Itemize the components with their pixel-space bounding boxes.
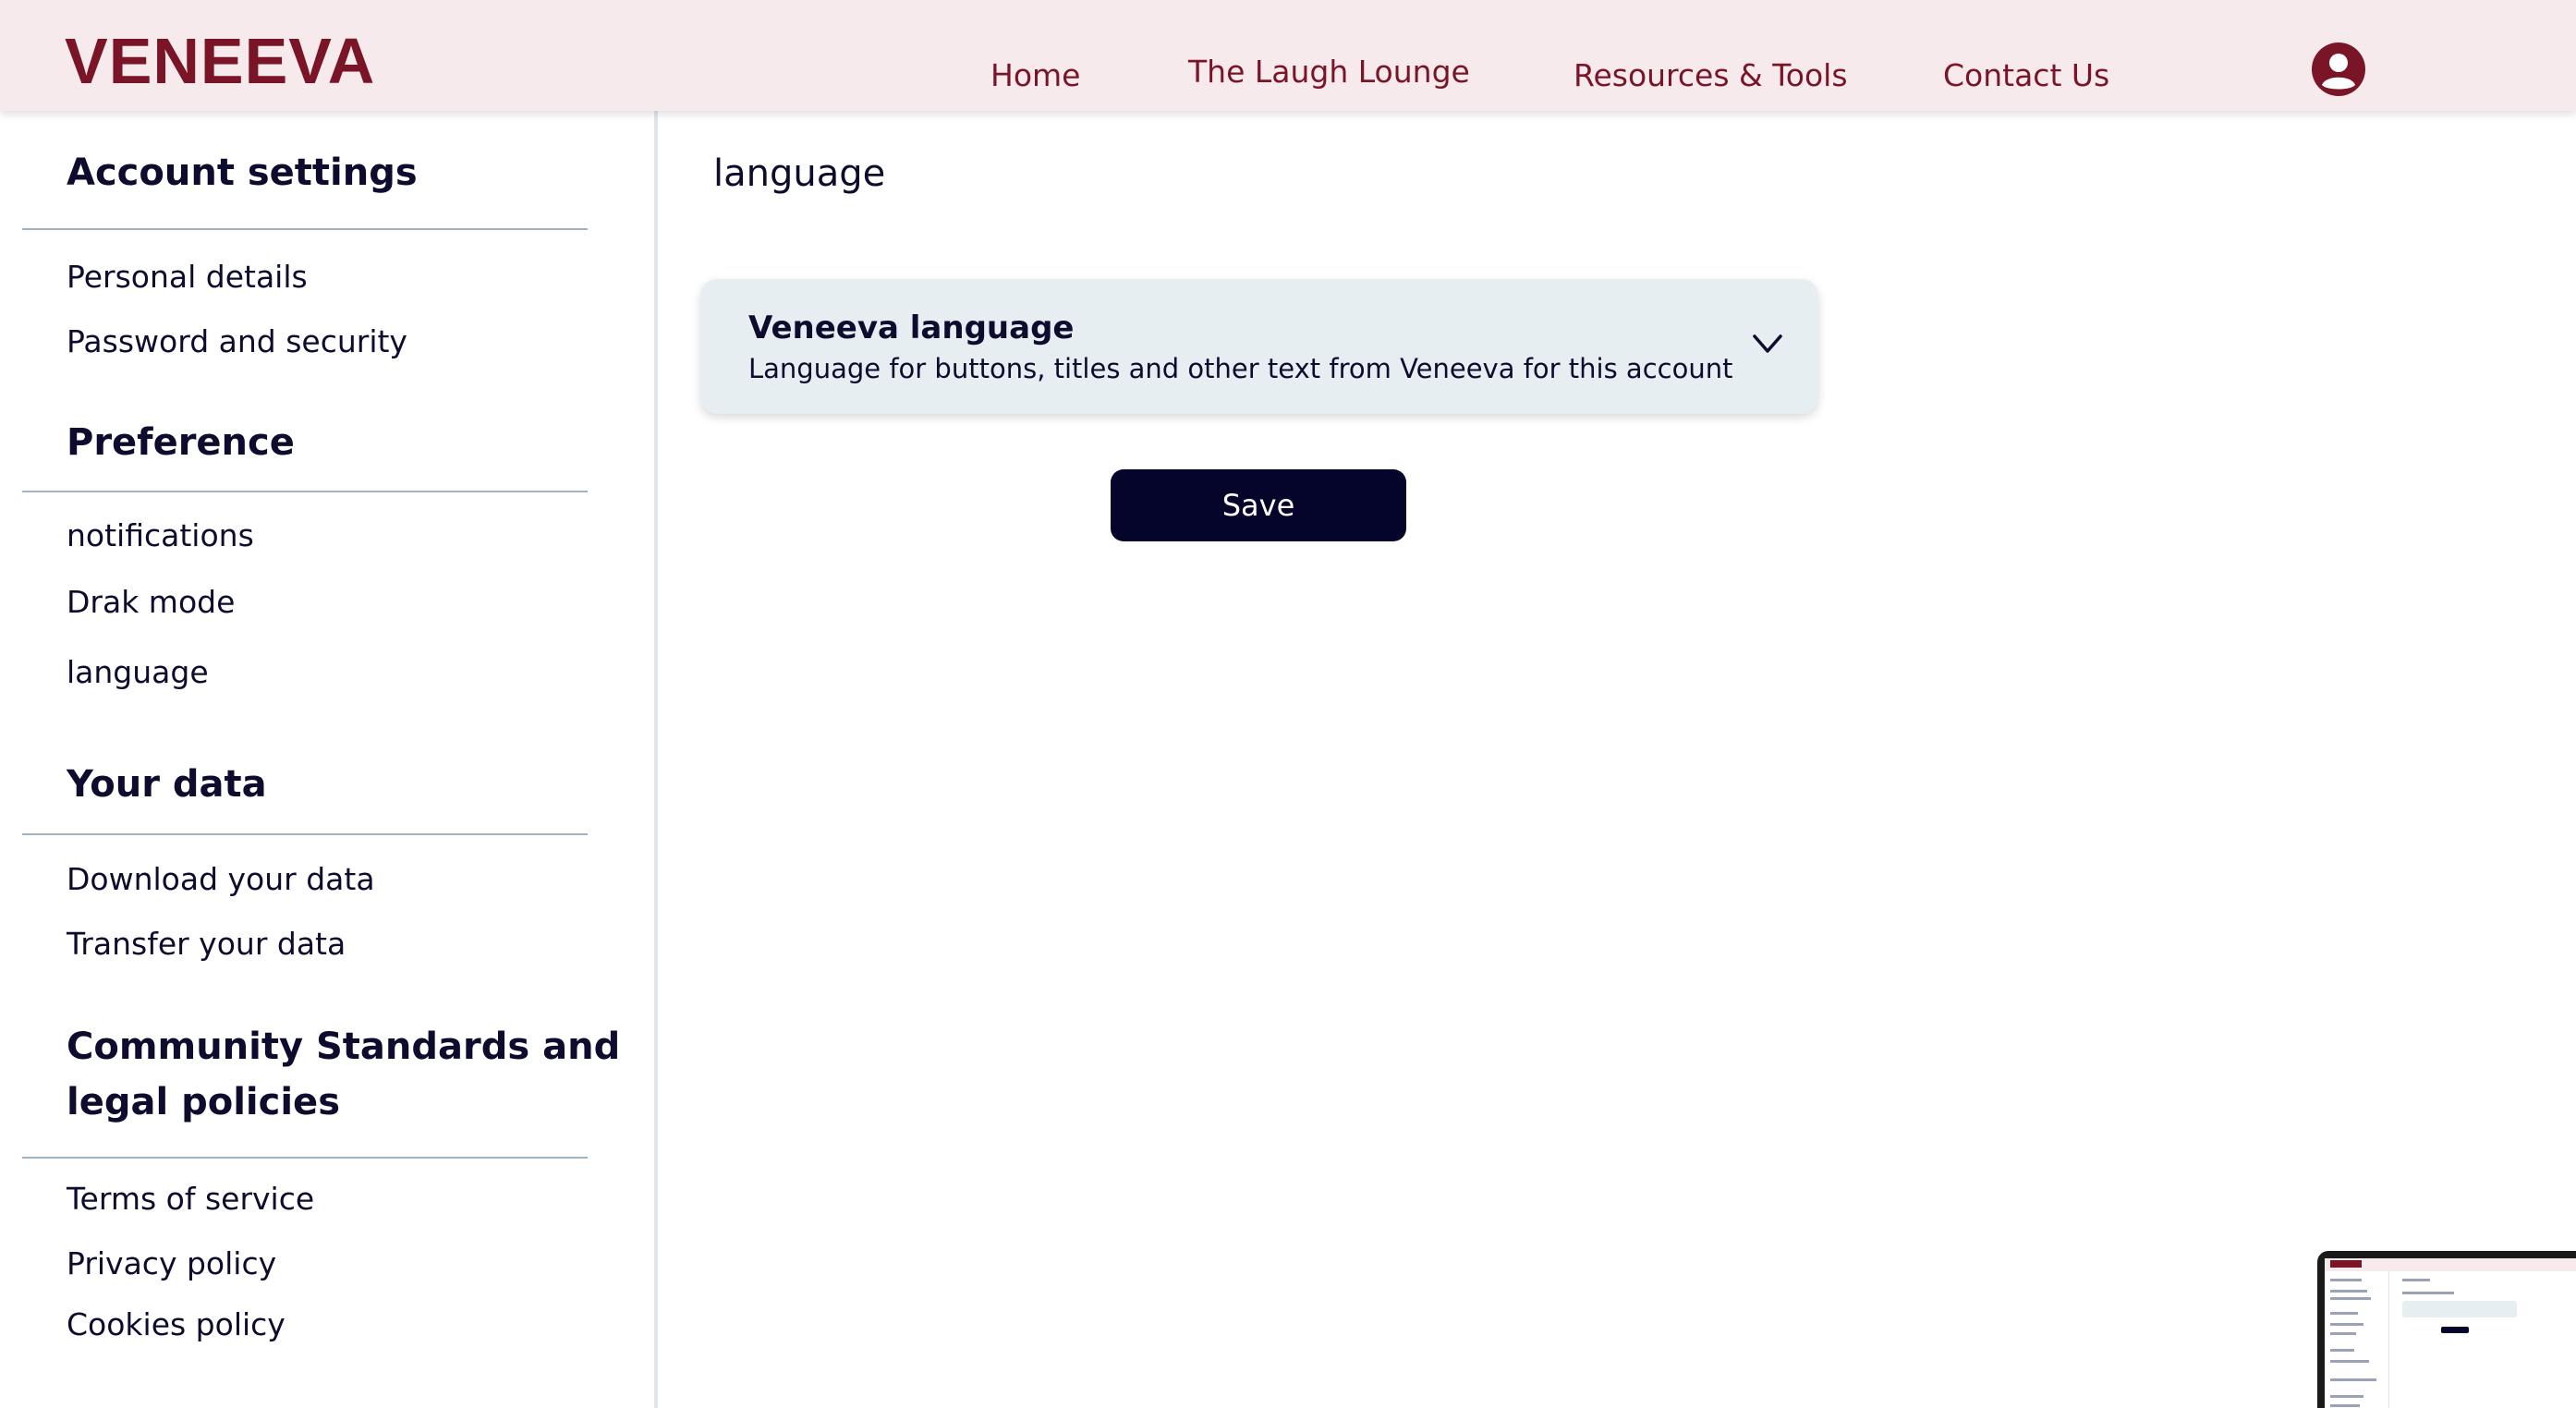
top-header: VENEEVA Home The Laugh Lounge Resources … [0,0,2576,111]
logo[interactable]: VENEEVA [65,24,375,98]
save-button[interactable]: Save [1111,469,1406,541]
preview-line [2330,1332,2356,1335]
preview-line [2330,1323,2363,1326]
preview-line [2330,1395,2363,1398]
sidebar-item-transfer-data[interactable]: Transfer your data [67,926,346,963]
sidebar-item-cookies[interactable]: Cookies policy [67,1306,286,1343]
sidebar-divider [654,111,658,1408]
sidebar-item-notifications[interactable]: notifications [67,517,254,554]
preview-line [2330,1297,2371,1300]
preview-line [2330,1360,2369,1363]
nav-contact-us[interactable]: Contact Us [1943,57,2109,94]
sidebar-item-personal-details[interactable]: Personal details [67,259,308,296]
page-title: language [713,152,886,195]
nav-resources-tools[interactable]: Resources & Tools [1574,57,1848,94]
chevron-down-icon[interactable] [1752,333,1783,355]
section-title-preference: Preference [67,421,295,464]
preview-screen [2325,1258,2576,1408]
preview-button [2441,1327,2469,1333]
preview-line [2402,1292,2454,1294]
section-divider [22,228,588,230]
preview-line [2330,1312,2358,1315]
section-divider [22,1157,588,1159]
nav-laugh-lounge[interactable]: The Laugh Lounge [1188,54,1470,91]
section-title-community-line1: Community Standards and [67,1026,621,1068]
language-dropdown-description: Language for buttons, titles and other t… [748,353,1733,384]
sidebar-item-dark-mode[interactable]: Drak mode [67,584,235,621]
preview-sidebar [2325,1271,2389,1408]
preview-line [2330,1290,2367,1293]
section-title-community-line2: legal policies [67,1081,340,1123]
section-title-account: Account settings [67,152,418,194]
sidebar-item-language[interactable]: language [67,654,209,691]
preview-line [2402,1279,2430,1281]
sidebar-item-privacy[interactable]: Privacy policy [67,1245,276,1282]
preview-line [2330,1378,2376,1381]
language-dropdown-title: Veneeva language [748,310,1075,346]
section-divider [22,491,588,492]
user-circle-icon[interactable] [2312,42,2365,96]
language-dropdown[interactable]: Veneeva language Language for buttons, t… [700,279,1818,414]
preview-logo [2330,1260,2362,1268]
screen-preview-thumbnail [2317,1251,2576,1408]
preview-header [2325,1258,2576,1271]
sidebar-item-download-data[interactable]: Download your data [67,861,375,898]
sidebar-item-password-security[interactable]: Password and security [67,323,407,360]
section-divider [22,833,588,835]
preview-line [2330,1279,2362,1281]
preview-line [2330,1404,2360,1407]
section-title-your-data: Your data [67,763,267,806]
preview-card [2402,1301,2517,1317]
preview-line [2330,1349,2354,1352]
sidebar-item-terms[interactable]: Terms of service [67,1181,314,1218]
nav-home[interactable]: Home [990,57,1080,94]
